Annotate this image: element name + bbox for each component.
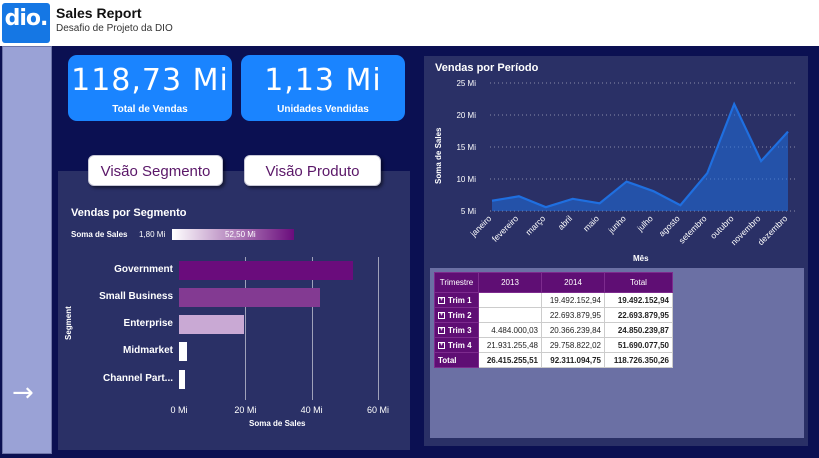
segment-category-label: Channel Part... (102, 373, 173, 384)
segment-x-tick: 0 Mi (170, 405, 188, 415)
segment-bar[interactable] (179, 370, 185, 389)
matrix-header[interactable]: Trimestre (434, 272, 479, 293)
cell: 19.492.152,94 (541, 292, 605, 308)
period-line-chart: 25 Mi 20 Mi 15 Mi 10 Mi 5 Mijaneirofevereiro… (456, 79, 796, 247)
row-label: Trim 2 (448, 310, 472, 320)
legend-min: 1,80 Mi (139, 230, 166, 239)
cell: 22.693.879,95 (541, 307, 605, 323)
period-y-tick: 10 Mi (456, 175, 476, 184)
period-y-tick: 15 Mi (456, 143, 476, 152)
period-area (492, 104, 788, 211)
segment-x-tick: 40 Mi (300, 405, 323, 415)
visao-produto-button[interactable]: Visão Produto (244, 155, 381, 186)
cell-total: 118.726.350,26 (604, 352, 673, 368)
expand-icon[interactable]: + (438, 311, 445, 319)
segment-bar[interactable] (179, 342, 187, 361)
row-header[interactable]: + Trim 4 (434, 337, 479, 353)
period-x-tick: agosto (657, 213, 682, 238)
period-y-axis-title: Soma de Sales (434, 127, 443, 184)
period-x-tick: janeiro (468, 213, 494, 239)
cell: 4.484.000,03 (478, 322, 542, 338)
segment-category-label: Small Business (99, 291, 173, 302)
segment-x-axis-title: Soma de Sales (249, 419, 306, 428)
segment-gridline (378, 257, 379, 400)
row-header[interactable]: + Trim 1 (434, 292, 479, 308)
cell-total: 51.690.077,50 (604, 337, 673, 353)
kpi-label: Unidades Vendidas (277, 104, 369, 115)
segment-chart-title: Vendas por Segmento (71, 207, 187, 219)
row-header[interactable]: + Trim 2 (434, 307, 479, 323)
cell: 92.311.094,75 (541, 352, 605, 368)
arrow-right-icon[interactable]: → (12, 378, 34, 408)
kpi-card-total-vendas: 118,73 Mi Total de Vendas (68, 55, 232, 121)
kpi-value: 118,73 Mi (71, 63, 229, 98)
cell: 21.931.255,48 (478, 337, 542, 353)
legend-label: Soma de Sales (71, 230, 128, 239)
legend-max: 52,50 Mi (225, 230, 256, 239)
cell (478, 307, 542, 323)
segment-category-label: Midmarket (122, 345, 173, 356)
segment-category-label: Government (114, 264, 173, 275)
period-x-tick: dezembro (756, 213, 790, 247)
cell (478, 292, 542, 308)
table-row-grand-total: Total 26.415.255,51 92.311.094,75 118.72… (434, 352, 673, 368)
period-x-tick: setembro (677, 213, 709, 245)
kpi-card-unidades-vendidas: 1,13 Mi Unidades Vendidas (241, 55, 405, 121)
dio-logo-text: dio. (4, 6, 49, 31)
matrix-header-row: Trimestre 2013 2014 Total (434, 272, 673, 293)
period-y-tick: 5 Mi (461, 207, 476, 216)
report-subtitle: Desafio de Projeto da DIO (56, 23, 173, 34)
table-row: + Trim 3 4.484.000,03 20.366.239,84 24.85… (434, 322, 673, 338)
period-y-tick: 25 Mi (456, 79, 476, 88)
segment-bar[interactable] (179, 261, 354, 280)
row-label: Trim 4 (448, 340, 472, 350)
cell-total: 19.492.152,94 (604, 292, 673, 308)
cell-total: 22.693.879,95 (604, 307, 673, 323)
table-row: + Trim 4 21.931.255,48 29.758.822,02 51.6… (434, 337, 673, 353)
period-x-tick: abril (556, 213, 575, 232)
expand-icon[interactable]: + (438, 296, 445, 304)
segment-bar[interactable] (179, 315, 244, 334)
report-header: dio. Sales Report Desafio de Projeto da … (0, 0, 819, 46)
trimestre-matrix: Trimestre 2013 2014 Total + Trim 1 19.492… (434, 272, 673, 368)
period-x-tick: março (523, 213, 547, 237)
cell: 26.415.255,51 (478, 352, 542, 368)
matrix-header[interactable]: 2014 (541, 272, 605, 293)
period-x-tick: maio (581, 213, 601, 233)
period-x-tick: fevereiro (490, 213, 521, 244)
report-title: Sales Report (56, 5, 142, 21)
table-row: + Trim 1 19.492.152,94 19.492.152,94 (434, 292, 673, 308)
matrix-header[interactable]: Total (604, 272, 673, 293)
row-label: Trim 3 (448, 325, 472, 335)
row-label: Trim 1 (448, 295, 472, 305)
cell-total: 24.850.239,87 (604, 322, 673, 338)
cell: 20.366.239,84 (541, 322, 605, 338)
segment-y-axis-title: Segment (64, 306, 73, 340)
period-x-axis-title: Mês (633, 254, 649, 263)
period-x-tick: junho (605, 213, 628, 236)
table-row: + Trim 2 22.693.879,95 22.693.879,95 (434, 307, 673, 323)
kpi-value: 1,13 Mi (264, 63, 382, 98)
period-y-tick: 20 Mi (456, 111, 476, 120)
expand-icon[interactable]: + (438, 326, 445, 334)
expand-icon[interactable]: + (438, 341, 445, 349)
segment-bar[interactable] (179, 288, 320, 307)
kpi-label: Total de Vendas (112, 104, 188, 115)
period-x-tick: julho (634, 213, 655, 234)
segment-x-tick: 60 Mi (366, 405, 389, 415)
segment-category-label: Enterprise (123, 318, 173, 329)
row-header[interactable]: + Trim 3 (434, 322, 479, 338)
segment-x-tick: 20 Mi (234, 405, 257, 415)
row-header: Total (434, 352, 479, 368)
cell: 29.758.822,02 (541, 337, 605, 353)
visao-segmento-button[interactable]: Visão Segmento (88, 155, 223, 186)
matrix-header[interactable]: 2013 (478, 272, 542, 293)
